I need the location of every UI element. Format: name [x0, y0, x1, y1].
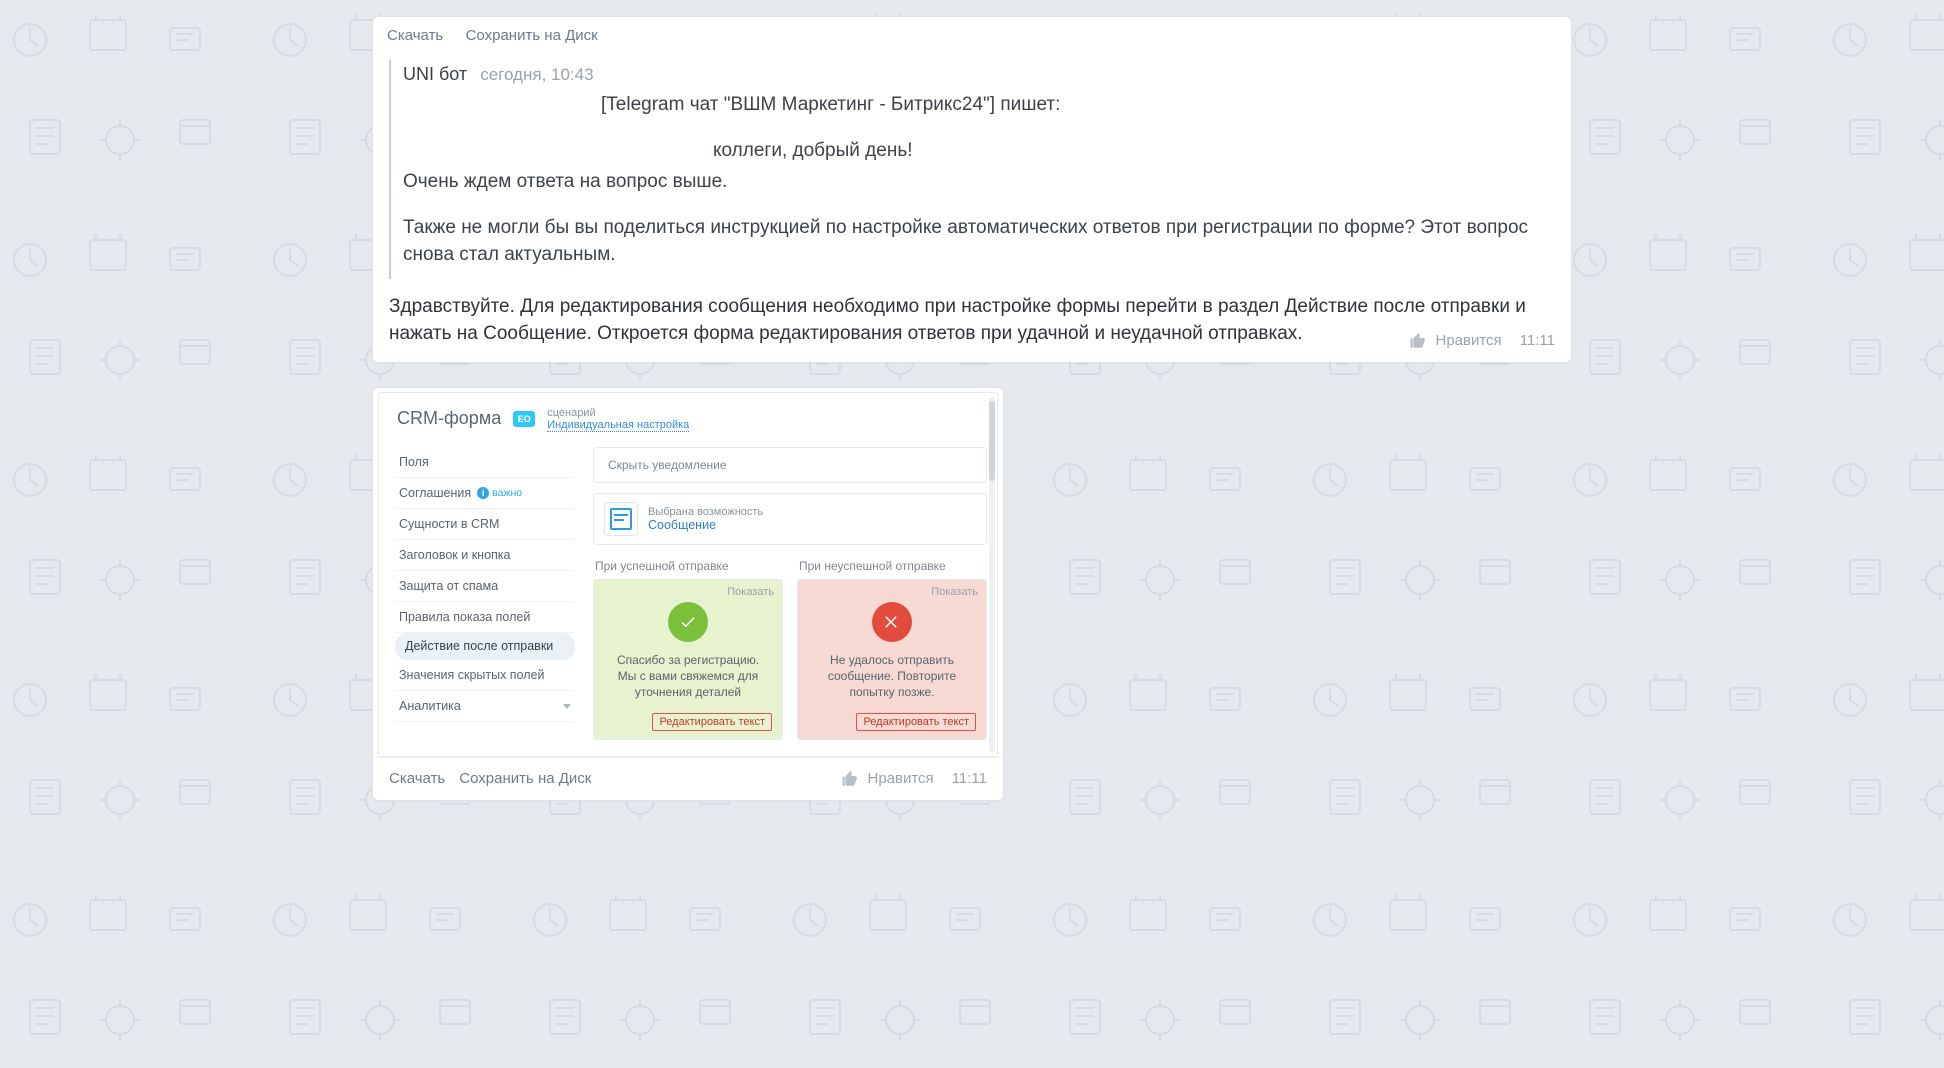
post-timestamp: 11:11: [952, 770, 987, 787]
crm-side-analytics-label: Аналитика: [399, 699, 461, 713]
crm-sidebar: Поля Соглашения i важно Сущности в CRM З…: [389, 447, 575, 740]
crm-side-hidden-values[interactable]: Значения скрытых полей: [395, 660, 575, 691]
crm-success-column: При успешной отправке Показать Спасибо з…: [593, 555, 783, 740]
crm-selected-option-panel: Выбрана возможность Сообщение: [593, 493, 987, 545]
quote-line: Также не могли бы вы поделиться инструкц…: [403, 214, 1555, 269]
crm-side-analytics[interactable]: Аналитика: [395, 691, 575, 722]
crm-fail-column: При неуспешной отправке Показать Не удал…: [797, 555, 987, 740]
post-image-footer: Скачать Сохранить на Диск Нравится 11:11: [373, 757, 1003, 800]
quote-block: UNI бот сегодня, 10:43 [Telegram чат "ВШ…: [389, 60, 1555, 279]
fail-reveal-link[interactable]: Показать: [931, 586, 978, 598]
crm-side-agreements-label: Соглашения: [399, 486, 471, 500]
crm-hide-notice-panel: Скрыть уведомление: [593, 447, 987, 483]
important-label: важно: [492, 487, 522, 499]
important-badge: i важно: [477, 487, 522, 499]
save-to-disk-link[interactable]: Сохранить на Диск: [459, 770, 591, 787]
crm-scenario-link[interactable]: Индивидуальная настройка: [547, 419, 689, 432]
fail-card: Показать Не удалось отправить сообщение.…: [797, 579, 987, 740]
reply-timestamp: 11:11: [1520, 330, 1555, 352]
crm-side-header-button[interactable]: Заголовок и кнопка: [395, 540, 575, 571]
check-icon: [679, 613, 697, 631]
download-link[interactable]: Скачать: [389, 770, 445, 787]
success-header: При успешной отправке: [595, 559, 783, 573]
download-link[interactable]: Скачать: [387, 27, 443, 44]
post-card-image: CRM-форма EO сценарий Индивидуальная нас…: [372, 387, 1004, 801]
quote-line: Очень ждем ответа на вопрос выше.: [403, 168, 1555, 196]
crm-side-action-after-submit[interactable]: Действие после отправки: [395, 633, 575, 660]
crm-sub-label: сценарий: [547, 407, 689, 419]
quote-body: [Telegram чат "ВШМ Маркетинг - Битрикс24…: [403, 91, 1555, 269]
fail-edit-text-button[interactable]: Редактировать текст: [856, 713, 976, 731]
crm-result-row: При успешной отправке Показать Спасибо з…: [593, 555, 987, 740]
crm-main: Скрыть уведомление Выбрана возможность С…: [593, 447, 987, 740]
quoted-message: UNI бот сегодня, 10:43 [Telegram чат "ВШ…: [373, 60, 1571, 279]
check-circle-icon: [668, 602, 708, 642]
reply-text: Здравствуйте. Для редактирования сообщен…: [389, 296, 1526, 345]
post-card-reply: Скачать Сохранить на Диск UNI бот сегодн…: [372, 16, 1572, 363]
success-edit-text-button[interactable]: Редактировать текст: [652, 713, 772, 731]
crm-side-rules[interactable]: Правила показа полей: [395, 602, 575, 633]
reply-meta: Нравится 11:11: [1409, 330, 1555, 352]
crm-header: CRM-форма EO сценарий Индивидуальная нас…: [379, 393, 997, 441]
error-circle-icon: [872, 602, 912, 642]
quote-line: коллеги, добрый день!: [403, 137, 1555, 165]
crm-badge-icon: EO: [513, 411, 535, 427]
message-option-icon: [604, 502, 638, 536]
thumb-up-icon: [1409, 332, 1427, 350]
option-message-link[interactable]: Сообщение: [648, 518, 763, 532]
feed: Скачать Сохранить на Диск UNI бот сегодн…: [372, 0, 1572, 855]
like-label: Нравится: [867, 770, 933, 787]
success-reveal-link[interactable]: Показать: [727, 586, 774, 598]
fail-message-text: Не удалось отправить сообщение. Повторит…: [808, 652, 976, 709]
success-message-text: Спасибо за регистрацию. Мы с вами свяжем…: [604, 652, 772, 709]
quote-timestamp: сегодня, 10:43: [480, 65, 593, 84]
like-label: Нравится: [1435, 330, 1501, 352]
crm-side-fields[interactable]: Поля: [395, 447, 575, 478]
crm-side-agreements[interactable]: Соглашения i важно: [395, 478, 575, 509]
embed-scrollbar[interactable]: [989, 397, 995, 752]
crm-side-spam[interactable]: Защита от спама: [395, 571, 575, 602]
reply-body: Здравствуйте. Для редактирования сообщен…: [373, 287, 1571, 362]
close-icon: [883, 613, 901, 631]
crm-subtitle: сценарий Индивидуальная настройка: [547, 407, 689, 431]
quote-sender: UNI бот: [403, 64, 467, 84]
save-to-disk-link[interactable]: Сохранить на Диск: [466, 27, 598, 44]
info-icon: i: [477, 487, 489, 499]
post-attachment-actions: Скачать Сохранить на Диск: [373, 17, 1571, 56]
option-caption: Выбрана возможность: [648, 506, 763, 518]
thumb-up-icon: [841, 770, 859, 788]
crm-form-screenshot[interactable]: CRM-форма EO сценарий Индивидуальная нас…: [378, 392, 998, 757]
like-button[interactable]: Нравится: [1409, 330, 1501, 352]
crm-side-entities[interactable]: Сущности в CRM: [395, 509, 575, 540]
fail-header: При неуспешной отправке: [799, 559, 987, 573]
success-card: Показать Спасибо за регистрацию. Мы с ва…: [593, 579, 783, 740]
hide-notice-link[interactable]: Скрыть уведомление: [608, 458, 727, 472]
crm-title: CRM-форма: [397, 408, 501, 429]
like-button[interactable]: Нравится: [841, 770, 933, 788]
quote-line: [Telegram чат "ВШМ Маркетинг - Битрикс24…: [403, 91, 1555, 119]
quote-header: UNI бот сегодня, 10:43: [403, 64, 1555, 85]
